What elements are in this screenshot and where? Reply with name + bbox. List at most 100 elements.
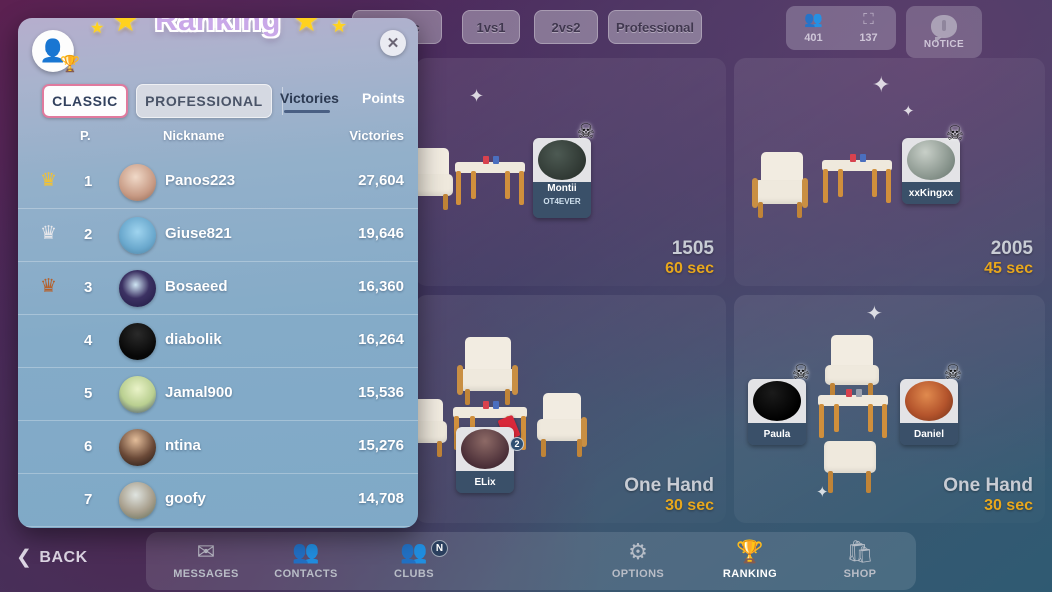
nav-item-messages[interactable]: ✉ MESSAGES	[158, 538, 254, 580]
clubs-new-badge: N	[431, 540, 448, 557]
table-info: 2005 45 sec	[984, 238, 1033, 278]
ranking-row[interactable]: 4 diabolik 16,264	[18, 315, 418, 368]
filter-2vs2[interactable]: 2vs2	[534, 10, 598, 44]
skull-icon: ☠	[944, 362, 962, 384]
ranking-row[interactable]: 6 ntina 15,276	[18, 421, 418, 474]
table-card[interactable]: ✦ ✦ Paula ☠ Daniel ☠ One Hand 30 sec	[734, 295, 1045, 523]
row-nickname: ntina	[165, 437, 201, 454]
user-avatar-icon[interactable]: 👤 🏆	[32, 30, 80, 73]
chair	[415, 148, 453, 210]
row-avatar	[119, 429, 156, 466]
envelope-icon: ✉	[196, 539, 216, 564]
nav-item-contacts[interactable]: 👥 CONTACTS	[258, 538, 354, 580]
skull-icon: ☠	[946, 123, 964, 145]
close-icon[interactable]: ✕	[380, 30, 406, 56]
star-icon: ★	[90, 20, 105, 37]
crown-gold-icon: ♛	[40, 170, 58, 191]
table-player-tile[interactable]: Daniel	[900, 379, 958, 445]
player-avatar	[533, 138, 591, 182]
table-info: One Hand 30 sec	[943, 475, 1033, 515]
nav-label: SHOP	[843, 568, 877, 580]
player-name-plate: Paula	[748, 423, 806, 445]
ranking-column-header: P. Nickname Victories	[18, 128, 418, 158]
segment-classic[interactable]: CLASSIC	[42, 84, 128, 118]
row-position: 1	[84, 173, 93, 190]
table-icon: ⛶	[863, 11, 874, 28]
game-table	[455, 156, 525, 206]
nav-label: MESSAGES	[173, 568, 239, 580]
table-player-tile[interactable]: Paula	[748, 379, 806, 445]
chair	[752, 152, 808, 218]
row-position: 7	[84, 491, 93, 508]
sparkle-icon: ✦	[866, 303, 883, 325]
table-card[interactable]: ✦ Montii OT4EVER ☠ 1505 60 sec	[415, 58, 726, 286]
row-nickname: Bosaeed	[165, 278, 228, 295]
table-player-tile[interactable]: xxKingxx	[902, 138, 960, 204]
nav-item-options[interactable]: ⚙ OPTIONS	[590, 538, 686, 580]
row-position: 3	[84, 279, 93, 296]
table-info: One Hand 30 sec	[624, 475, 714, 515]
nav-button-group: ✉ MESSAGES 👥 CONTACTS 👥 CLUBS N ⚙ OPTION…	[146, 532, 916, 590]
players-online-count: 401	[804, 32, 823, 44]
bottom-navigation: ❮ BACK ✉ MESSAGES 👥 CONTACTS 👥 CLUBS N ⚙…	[0, 528, 1052, 592]
row-value: 15,276	[358, 437, 404, 454]
table-card[interactable]: ELix 2 One Hand 30 sec	[415, 295, 726, 523]
ranking-row[interactable]: 7 goofy 14,708	[18, 474, 418, 527]
ranking-row[interactable]: ♛ 1 Panos223 27,604	[18, 156, 418, 209]
player-name: Montii	[547, 183, 577, 194]
player-avatar	[900, 379, 958, 423]
player-name: Daniel	[913, 428, 944, 440]
table-player-tile[interactable]: ELix	[456, 427, 514, 493]
row-avatar	[119, 376, 156, 413]
column-victories: Victories	[349, 128, 404, 143]
filter-1vs1[interactable]: 1vs1	[462, 10, 520, 44]
row-position: 2	[84, 226, 93, 243]
ranking-row-partial[interactable]	[18, 527, 418, 528]
chair	[824, 335, 880, 399]
player-name-plate: ELix	[456, 471, 514, 493]
chevron-left-icon: ❮	[16, 547, 33, 568]
chair	[457, 337, 519, 405]
nav-label: CONTACTS	[274, 568, 338, 580]
table-mode: One Hand	[943, 475, 1033, 496]
player-count-badge: 2	[510, 437, 524, 451]
skull-icon: ☠	[792, 362, 810, 384]
tab-victories[interactable]: Victories	[280, 90, 339, 113]
shopping-bag-icon: 🛍	[846, 539, 874, 564]
player-name: ELix	[474, 476, 496, 488]
chair	[415, 399, 447, 459]
player-name-plate: xxKingxx	[902, 182, 960, 204]
speech-bubble-icon	[931, 14, 957, 43]
nav-item-ranking[interactable]: 🏆 RANKING	[702, 538, 798, 580]
star-icon: ★	[112, 18, 139, 38]
ranking-row[interactable]: 5 Jamal900 15,536	[18, 368, 418, 421]
sparkle-icon: ✦	[469, 86, 485, 106]
game-table	[822, 154, 892, 204]
tab-points[interactable]: Points	[362, 90, 405, 106]
notice-label: NOTICE	[923, 38, 965, 50]
back-button[interactable]: ❮ BACK	[16, 546, 88, 569]
table-card[interactable]: ✦ ✦ xxKingxx ☠ 2005 45 sec	[734, 58, 1045, 286]
ranking-list[interactable]: ♛ 1 Panos223 27,604 ♛ 2 Giuse821 19,646 …	[18, 156, 418, 528]
ranking-row[interactable]: ♛ 2 Giuse821 19,646	[18, 209, 418, 262]
filter-professional[interactable]: Professional	[608, 10, 702, 44]
row-position: 5	[84, 385, 93, 402]
online-stats: 👥 401 ⛶ 137	[786, 6, 896, 50]
notice-button[interactable]: NOTICE	[906, 6, 982, 58]
people-icon: 👥	[292, 539, 320, 564]
ranking-title-banner: ★ ★ Ranking ★ ★	[18, 18, 418, 38]
table-timer: 45 sec	[984, 260, 1033, 277]
table-player-tile[interactable]: Montii OT4EVER	[533, 138, 591, 218]
nav-item-clubs[interactable]: 👥 CLUBS N	[366, 538, 462, 580]
nav-label: OPTIONS	[611, 568, 665, 580]
row-avatar	[119, 164, 156, 201]
ranking-row[interactable]: ♛ 3 Bosaeed 16,360	[18, 262, 418, 315]
tables-open-count: 137	[859, 32, 878, 44]
player-name-plate: Daniel	[900, 423, 958, 445]
nav-item-shop[interactable]: 🛍 SHOP	[812, 538, 908, 580]
segment-professional[interactable]: PROFESSIONAL	[136, 84, 272, 118]
chair	[535, 393, 587, 459]
player-name-plate: Montii OT4EVER	[533, 182, 591, 218]
gear-icon: ⚙	[628, 539, 648, 564]
row-nickname: goofy	[165, 490, 206, 507]
